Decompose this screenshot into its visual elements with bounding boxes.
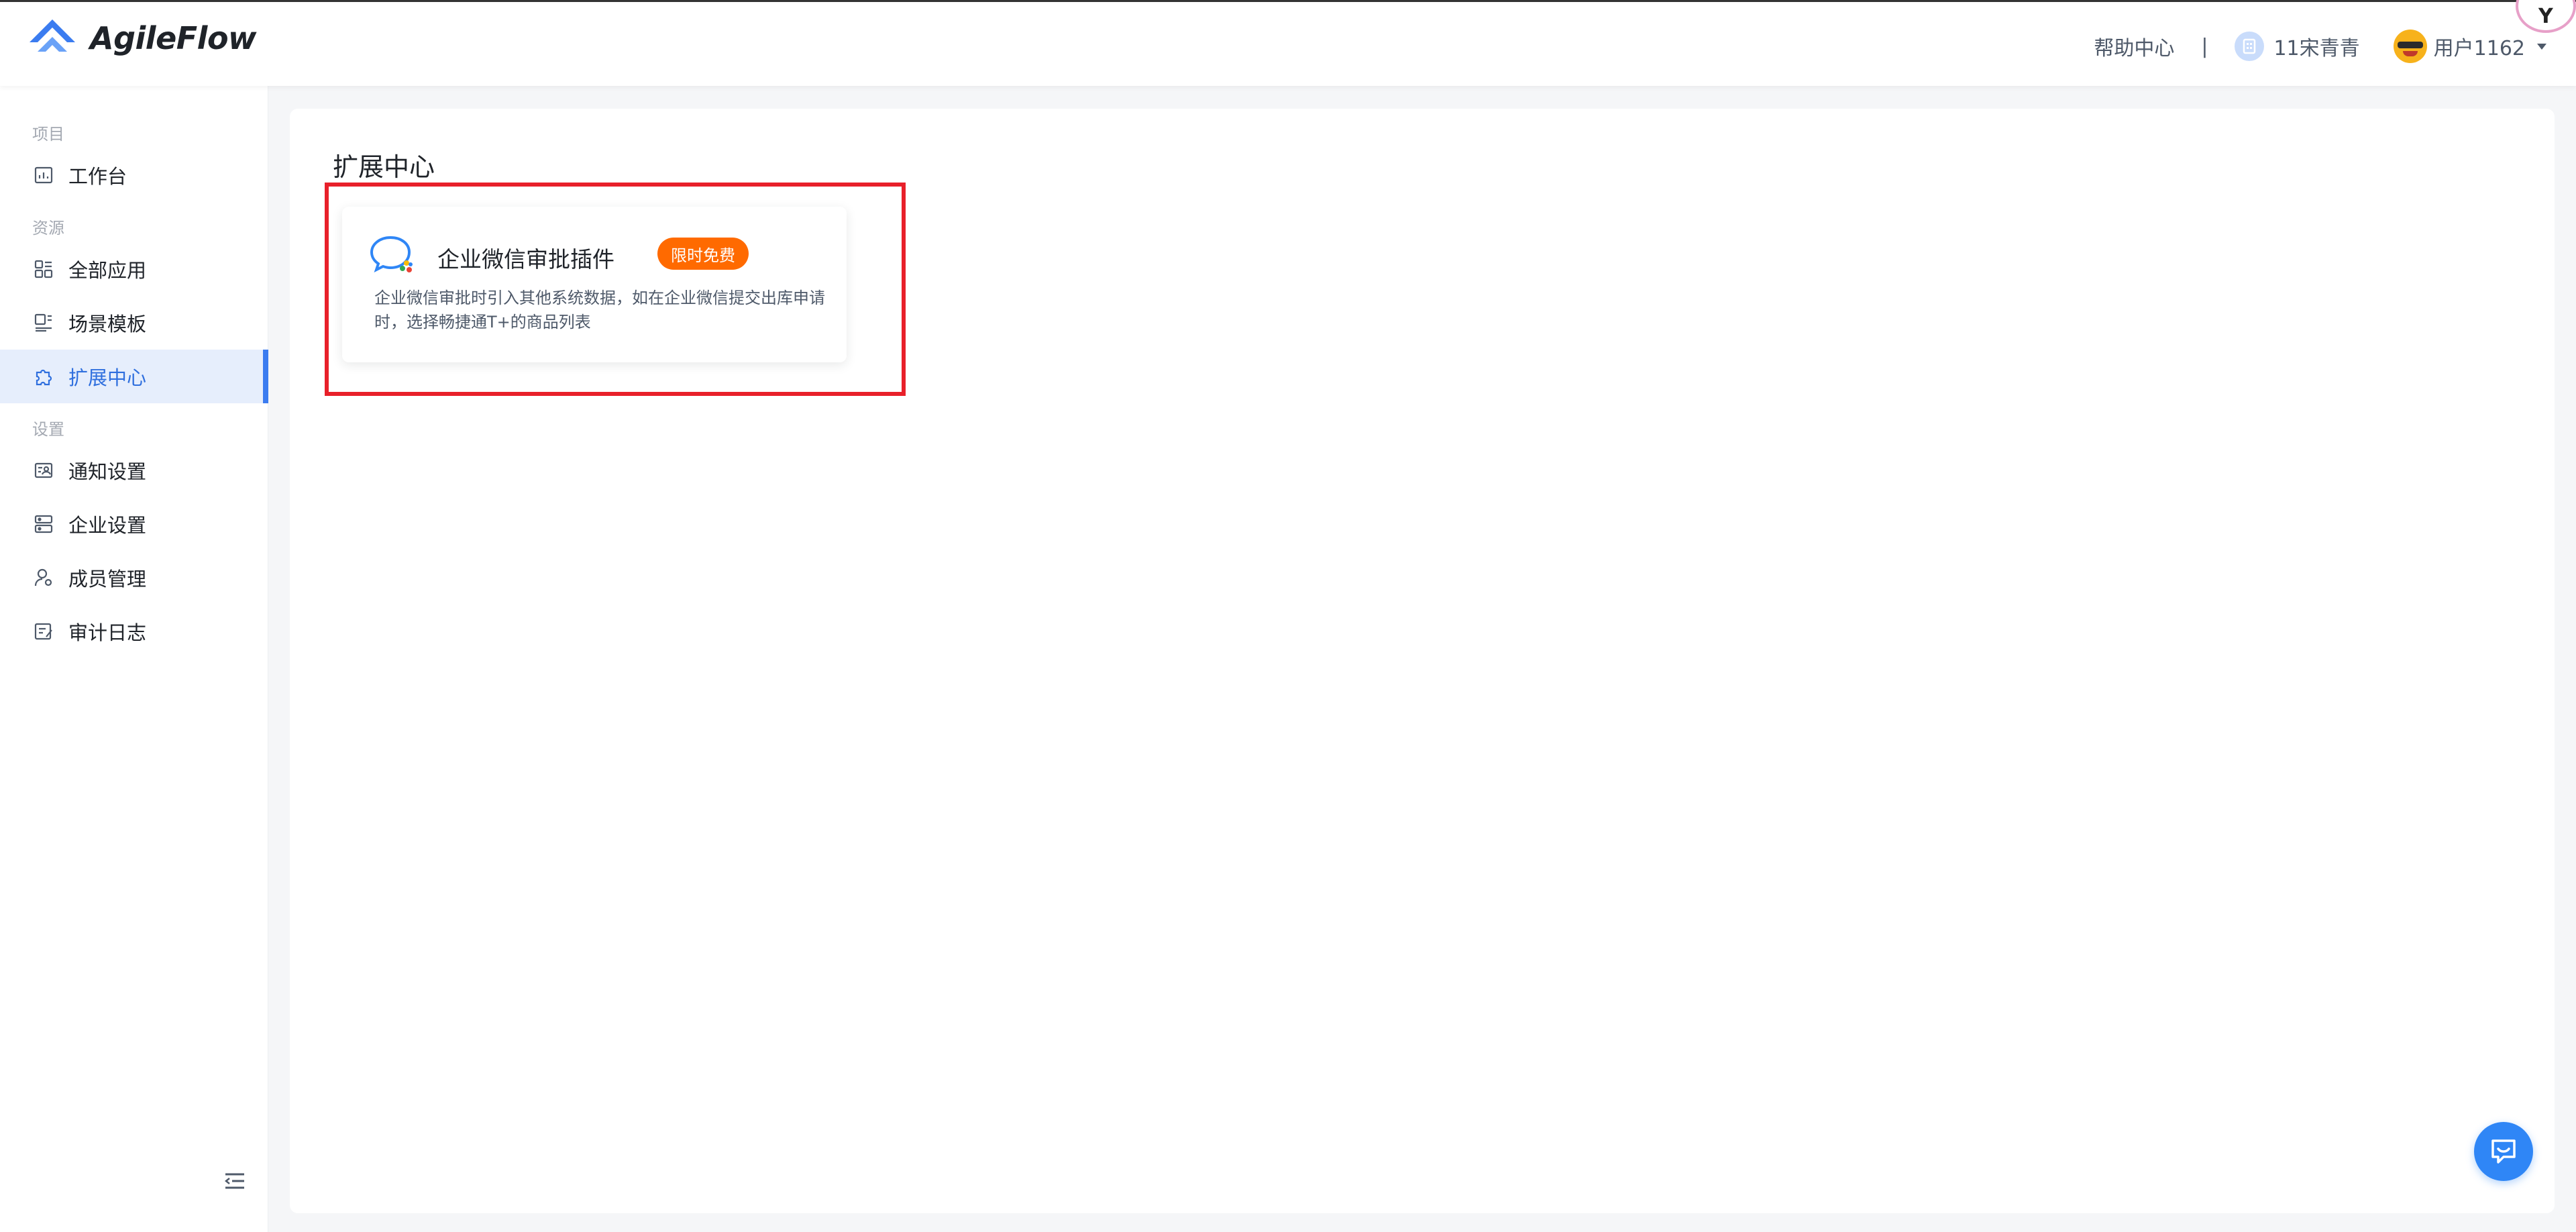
help-center-link[interactable]: 帮助中心 [2094,32,2174,61]
user-name: 用户1162 [2433,37,2525,60]
sidebar-item-notification-settings[interactable]: 通知设置 [0,444,268,497]
plugin-card-wecom-approval[interactable]: 企业微信审批插件 限时免费 企业微信审批时引入其他系统数据，如在企业微信提交出库… [342,207,847,362]
enterprise-settings-icon [32,513,55,535]
org-name: 11宋青青 [2273,37,2360,60]
sidebar-item-label: 通知设置 [68,460,147,483]
header-actions: 帮助中心 | 11宋青青 用户1162 [2094,26,2546,66]
user-menu[interactable]: 用户1162 [2393,30,2546,63]
template-icon [32,311,55,334]
logo[interactable]: AgileFlow [27,17,257,60]
main-panel: 扩展中心 企业微信审批插件 限时免费 企业微信审批时引入其他系统数据，如在企业微… [290,109,2555,1213]
sidebar-item-label: 扩展中心 [68,366,147,389]
chat-support-button[interactable] [2474,1122,2533,1181]
sidebar-item-label: 工作台 [68,165,127,188]
sidebar-group-project: 项目 [32,125,64,144]
sidebar-item-label: 审计日志 [68,621,147,644]
notification-settings-icon [32,459,55,482]
sidebar-item-label: 全部应用 [68,259,147,282]
sidebar-group-resource: 资源 [32,219,64,238]
header-separator: | [2201,34,2208,58]
building-icon [2235,32,2265,61]
app-root: AgileFlow 帮助中心 | 11宋青青 用户1162 Y 项目 工作台 资… [0,0,2576,1232]
avatar [2393,30,2427,63]
org-switcher[interactable]: 11宋青青 [2235,32,2360,61]
member-icon [32,566,55,589]
wecom-chat-icon [370,236,413,272]
sidebar-item-member-management[interactable]: 成员管理 [0,551,268,605]
top-header: AgileFlow 帮助中心 | 11宋青青 用户1162 Y [0,0,2576,86]
logo-text: AgileFlow [90,20,257,56]
sidebar-item-extension-center[interactable]: 扩展中心 [0,350,268,403]
chevron-down-icon [2537,43,2546,50]
collapse-menu-icon[interactable] [221,1168,248,1194]
dashboard-icon [32,164,55,187]
sidebar-item-label: 场景模板 [68,313,147,336]
plugin-title: 企业微信审批插件 [437,246,614,272]
audit-log-icon [32,620,55,643]
apps-grid-icon [32,258,55,280]
logo-icon [30,19,75,52]
sidebar-item-label: 企业设置 [68,514,147,537]
sidebar-item-all-apps[interactable]: 全部应用 [0,242,268,296]
status-badge: 限时免费 [657,238,749,270]
page-title: 扩展中心 [333,152,435,182]
sidebar: 项目 工作台 资源 全部应用 场景模板 扩展中心 设置 通知设置 企业设置 成员… [0,86,268,1232]
sidebar-item-scene-templates[interactable]: 场景模板 [0,296,268,350]
sidebar-item-workbench[interactable]: 工作台 [0,148,268,202]
puzzle-icon [32,365,55,388]
sidebar-group-settings: 设置 [32,420,64,439]
plugin-description: 企业微信审批时引入其他系统数据，如在企业微信提交出库申请时，选择畅捷通T+的商品… [374,289,825,331]
sidebar-item-audit-log[interactable]: 审计日志 [0,605,268,658]
sidebar-item-label: 成员管理 [68,568,147,591]
sidebar-item-enterprise-settings[interactable]: 企业设置 [0,497,268,551]
chat-support-icon [2491,1139,2516,1164]
